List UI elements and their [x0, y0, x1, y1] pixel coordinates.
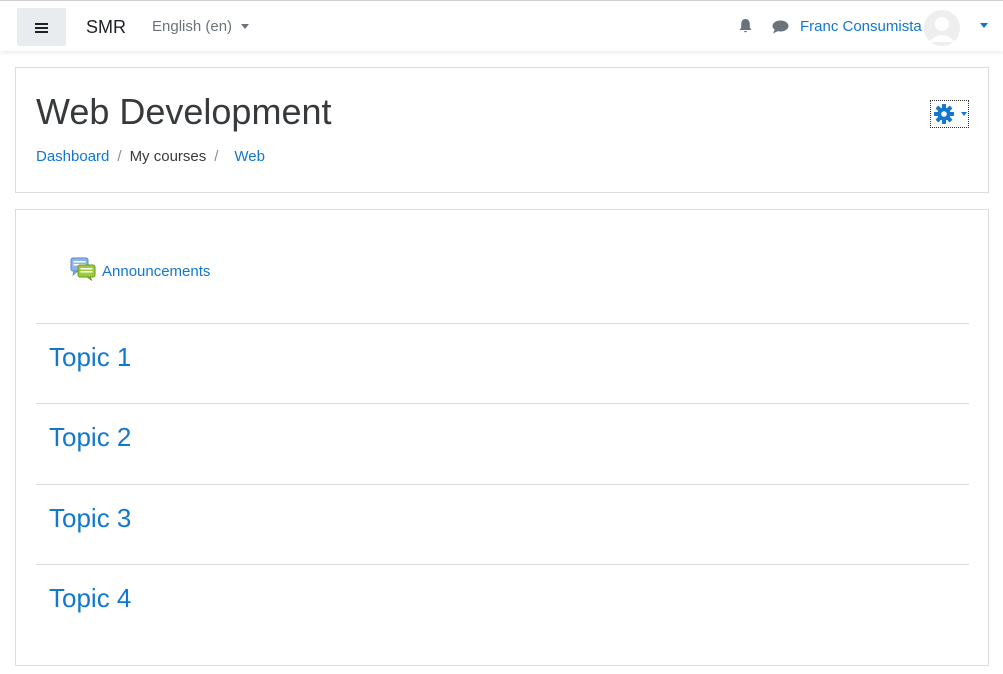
breadcrumb-separator: /: [117, 148, 122, 165]
nav-drawer-toggle-button[interactable]: [17, 8, 66, 46]
course-section: Topic 1: [36, 323, 969, 403]
course-content: Announcements Topic 1 Topic 2 Topic 3 To…: [15, 209, 989, 666]
course-section: Topic 4: [36, 564, 969, 644]
chevron-down-icon: [961, 112, 967, 116]
gear-icon: [934, 104, 954, 124]
user-name-link[interactable]: Franc Consumista: [800, 18, 922, 35]
user-menu-chevron-icon[interactable]: [980, 23, 988, 28]
breadcrumb-separator: /: [214, 148, 219, 165]
breadcrumb-dashboard[interactable]: Dashboard: [36, 148, 109, 165]
page-header: Web Development Dashboard / My courses /…: [15, 67, 989, 193]
section-title-topic-2[interactable]: Topic 2: [49, 422, 131, 453]
section-title-topic-3[interactable]: Topic 3: [49, 503, 131, 534]
announcements-link: Announcements: [102, 263, 211, 280]
chat-icon[interactable]: [772, 20, 789, 34]
hamburger-icon: [35, 22, 48, 33]
breadcrumb-web[interactable]: Web: [234, 148, 265, 165]
avatar[interactable]: [924, 10, 960, 46]
forum-icon: [70, 257, 96, 281]
breadcrumb-my-courses: My courses: [129, 148, 207, 165]
course-section: Topic 3: [36, 484, 969, 564]
bell-icon[interactable]: [738, 18, 753, 34]
course-settings-menu-button[interactable]: [930, 100, 969, 128]
site-name-link[interactable]: SMR: [86, 17, 126, 38]
course-section: Topic 2: [36, 403, 969, 483]
breadcrumb: Dashboard / My courses / Web: [36, 148, 265, 165]
language-label: English (en): [152, 18, 233, 35]
user-avatar-icon: [924, 10, 960, 46]
top-navbar: SMR English (en) Franc Consumista: [0, 0, 1003, 51]
section-title-topic-4[interactable]: Topic 4: [49, 583, 131, 614]
page-title: Web Development: [36, 91, 332, 132]
section-title-topic-1[interactable]: Topic 1: [49, 342, 131, 373]
chevron-down-icon: [241, 24, 250, 29]
announcements-activity[interactable]: Announcements: [70, 257, 210, 281]
language-menu[interactable]: English (en): [152, 18, 250, 35]
